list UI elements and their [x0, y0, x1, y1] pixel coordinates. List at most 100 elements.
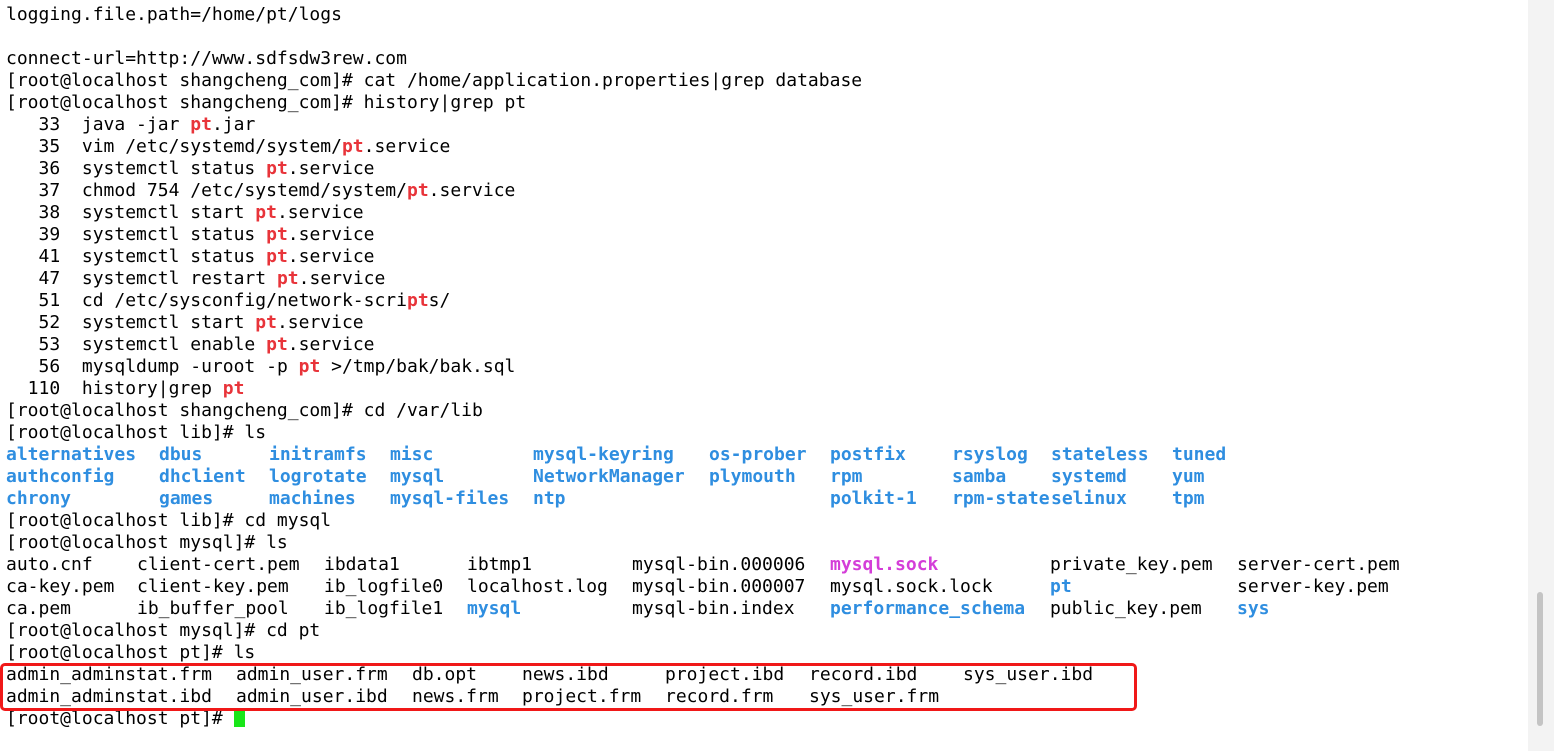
file-entry: mysql-bin.000007 [632, 576, 806, 597]
history-entry: 37 chmod 754 /etc/systemd/system/pt.serv… [6, 180, 516, 202]
directory-entry: rpm [830, 466, 863, 487]
directory-entry: dbus [159, 444, 203, 465]
shell-command-line: [root@localhost pt]# ls [6, 642, 256, 663]
history-number: 56 [6, 356, 61, 377]
directory-entry: ntp [533, 488, 566, 509]
socket-entry: mysql.sock [830, 554, 939, 575]
file-entry: private_key.pem [1050, 554, 1213, 575]
file-entry: server-cert.pem [1237, 554, 1400, 575]
history-entry: 39 systemctl status pt.service [6, 224, 375, 246]
directory-entry: tuned [1172, 444, 1227, 465]
directory-entry: postfix [830, 444, 906, 465]
directory-entry: mysql [467, 598, 522, 619]
history-number: 47 [6, 268, 61, 289]
directory-entry: machines [269, 488, 356, 509]
file-entry: localhost.log [467, 576, 608, 597]
file-entry: mysql-bin.000006 [632, 554, 806, 575]
history-entry: 38 systemctl start pt.service [6, 202, 364, 224]
history-command-text: mysqldump -uroot -p [81, 356, 299, 377]
shell-command-line: [root@localhost lib]# ls [6, 422, 267, 443]
grep-match-highlight: pt [190, 114, 212, 135]
history-command-text: systemctl status [81, 246, 267, 267]
history-command-text: .service [287, 246, 375, 267]
file-entry: ib_logfile1 [324, 598, 444, 619]
history-command-text: history|grep [81, 378, 223, 399]
grep-match-highlight: pt [406, 290, 429, 311]
history-command-text: >/tmp/bak/bak.sql [320, 356, 516, 377]
history-entry: 51 cd /etc/sysconfig/network-scripts/ [6, 290, 451, 312]
history-command-text: .service [298, 268, 386, 289]
history-entry: 52 systemctl start pt.service [6, 312, 364, 334]
shell-command-line: [root@localhost lib]# cd mysql [6, 510, 332, 531]
history-entry: 110 history|grep pt [6, 378, 245, 400]
history-command-text: .jar [211, 114, 256, 135]
history-number: 37 [6, 180, 61, 201]
grep-match-highlight: pt [266, 158, 288, 179]
history-number: 35 [6, 136, 61, 157]
directory-entry: performance_schema [830, 598, 1026, 619]
grep-match-highlight: pt [341, 136, 364, 157]
grep-match-highlight: pt [406, 180, 429, 201]
history-command-text: systemctl restart [81, 268, 277, 289]
terminal-window[interactable]: logging.file.path=/home/pt/logs connect-u… [0, 0, 1528, 751]
directory-entry: initramfs [269, 444, 367, 465]
history-command-text: .service [363, 136, 451, 157]
directory-entry: chrony [6, 488, 72, 509]
directory-entry: authconfig [6, 466, 115, 487]
history-command-text: cd /etc/sysconfig/network-scri [81, 290, 407, 311]
shell-prompt-line: [root@localhost pt]# [6, 708, 245, 730]
directory-entry: pt [1050, 576, 1072, 597]
history-command-text: .service [276, 202, 364, 223]
directory-entry: mysql-files [390, 488, 510, 509]
file-entry: mysql-bin.index [632, 598, 795, 619]
history-number: 51 [6, 290, 61, 311]
history-command-text: .service [287, 224, 375, 245]
directory-entry: rpm-state [952, 488, 1050, 509]
shell-command-line: [root@localhost shangcheng_com]# cat /ho… [6, 70, 863, 91]
history-entry: 56 mysqldump -uroot -p pt >/tmp/bak/bak.… [6, 356, 516, 378]
directory-entry: logrotate [269, 466, 367, 487]
history-entry: 53 systemctl enable pt.service [6, 334, 375, 356]
history-command-text: java -jar [81, 114, 191, 135]
directory-entry: systemd [1051, 466, 1127, 487]
history-command-text: systemctl start [81, 202, 256, 223]
output-line: logging.file.path=/home/pt/logs [6, 4, 342, 25]
directory-entry: NetworkManager [533, 466, 685, 487]
history-command-text: .service [287, 158, 375, 179]
grep-match-highlight: pt [255, 202, 277, 223]
history-entry: 36 systemctl status pt.service [6, 158, 375, 180]
vertical-scrollbar[interactable] [1528, 0, 1554, 751]
directory-entry: selinux [1051, 488, 1127, 509]
directory-entry: games [159, 488, 214, 509]
file-entry: client-key.pem [137, 576, 289, 597]
history-entry: 47 systemctl restart pt.service [6, 268, 386, 290]
history-number: 52 [6, 312, 61, 333]
directory-entry: mysql-keyring [533, 444, 674, 465]
history-command-text: systemctl enable [81, 334, 267, 355]
history-number: 41 [6, 246, 61, 267]
directory-entry: dhclient [159, 466, 246, 487]
directory-entry: stateless [1051, 444, 1149, 465]
grep-match-highlight: pt [276, 268, 299, 289]
annotation-highlight-box [0, 663, 1137, 711]
file-entry: mysql.sock.lock [830, 576, 993, 597]
scrollbar-thumb[interactable] [1537, 592, 1543, 726]
history-number: 38 [6, 202, 61, 223]
grep-match-highlight: pt [298, 356, 321, 377]
directory-entry: rsyslog [952, 444, 1028, 465]
history-number: 33 [6, 114, 61, 135]
file-entry: ca.pem [6, 598, 72, 619]
history-command-text: systemctl status [81, 158, 267, 179]
file-entry: ca-key.pem [6, 576, 115, 597]
history-command-text: .service [276, 312, 364, 333]
history-number: 36 [6, 158, 61, 179]
text-cursor [233, 710, 245, 727]
